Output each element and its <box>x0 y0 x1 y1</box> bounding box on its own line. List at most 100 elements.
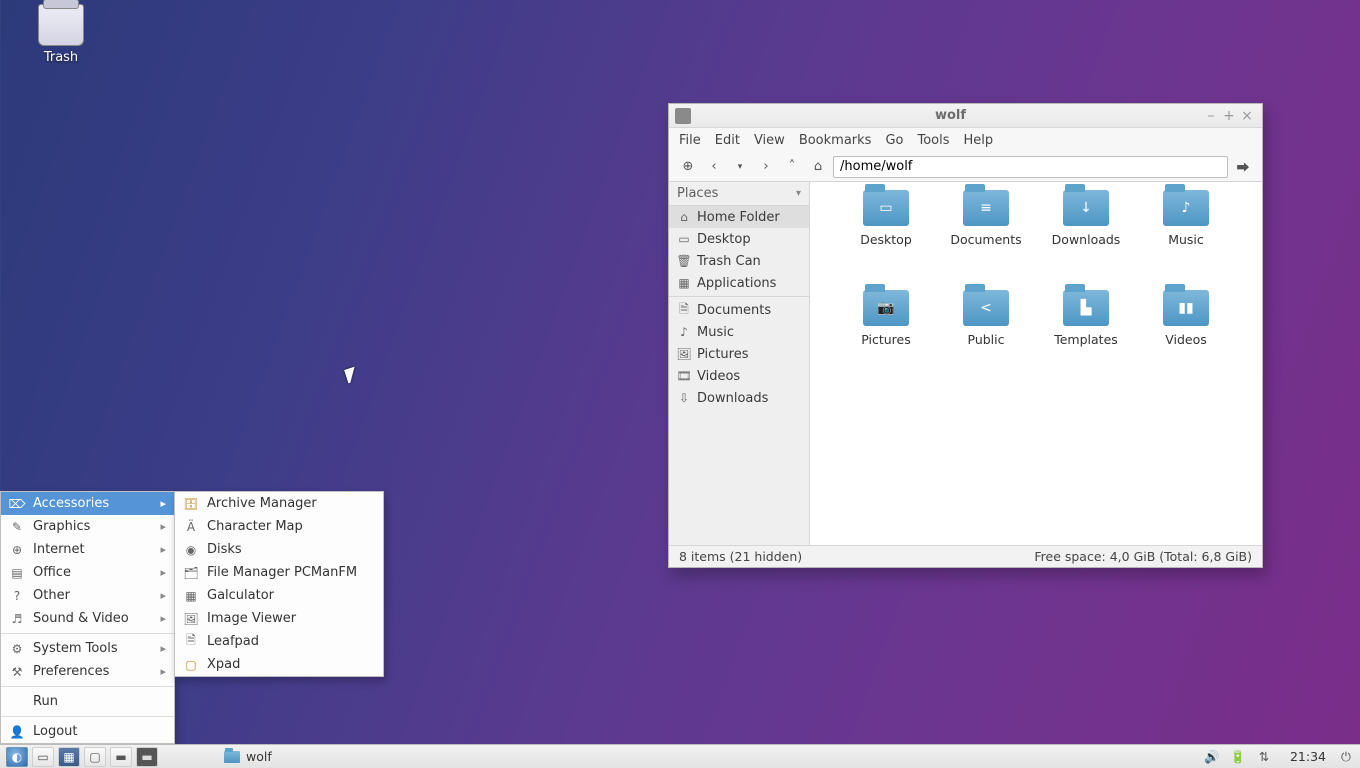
new-tab-button[interactable]: ⊕ <box>677 156 699 178</box>
sidebar-item-label: Trash Can <box>697 254 761 269</box>
menu-view[interactable]: View <box>754 133 785 148</box>
window-list-button[interactable]: ▬ <box>136 747 158 767</box>
submenu-item-archive-manager[interactable]: 🗄 Archive Manager <box>175 492 383 515</box>
toolbar: ⊕ ‹ ▾ › ˄ ⌂ ⮕ <box>669 152 1262 182</box>
other-icon: ? <box>9 588 25 604</box>
workspace-1-button[interactable]: ▦ <box>58 747 80 767</box>
menu-edit[interactable]: Edit <box>715 133 740 148</box>
menu-item-label: Archive Manager <box>207 496 375 511</box>
menu-item-office[interactable]: ▤Office▸ <box>1 561 174 584</box>
folder-documents[interactable]: ≡Documents <box>936 190 1036 290</box>
desktop-icon-trash[interactable]: Trash <box>26 4 96 65</box>
sidebar-item-home[interactable]: ⌂Home Folder <box>669 206 809 228</box>
folder-desktop[interactable]: ▭Desktop <box>836 190 936 290</box>
menu-item-accessories[interactable]: ⌦Accessories▸ <box>1 492 174 515</box>
menu-item-label: Image Viewer <box>207 611 375 626</box>
menu-help[interactable]: Help <box>964 133 994 148</box>
power-icon[interactable]: ⏻ <box>1338 749 1354 765</box>
folder-label: Public <box>968 332 1005 347</box>
sidebar-item-documents[interactable]: 🗎Documents <box>669 299 809 321</box>
menu-item-label: Preferences <box>33 664 152 679</box>
menu-item-label: Character Map <box>207 519 375 534</box>
folder-public[interactable]: <Public <box>936 290 1036 390</box>
accessories-icon: ⌦ <box>9 496 25 512</box>
leafpad-icon: 🗎 <box>183 634 199 650</box>
preferences-icon: ⚒ <box>9 664 25 680</box>
back-button[interactable]: ‹ <box>703 156 725 178</box>
menu-separator <box>1 716 174 717</box>
chevron-right-icon: ▸ <box>160 642 166 655</box>
downloads-icon: ⇩ <box>677 391 691 405</box>
folder-downloads[interactable]: ↓Downloads <box>1036 190 1136 290</box>
menu-go[interactable]: Go <box>885 133 903 148</box>
workspace-2-button[interactable]: ▢ <box>84 747 106 767</box>
menu-item-other[interactable]: ? Other ▸ <box>1 584 174 607</box>
history-dropdown[interactable]: ▾ <box>729 156 751 178</box>
menu-item-sound-video[interactable]: ♬Sound & Video▸ <box>1 607 174 630</box>
menu-item-run[interactable]: Run <box>1 690 174 713</box>
menu-bookmarks[interactable]: Bookmarks <box>799 133 872 148</box>
sidebar-item-videos[interactable]: 🎞Videos <box>669 365 809 387</box>
menu-file[interactable]: File <box>679 133 701 148</box>
menu-item-preferences[interactable]: ⚒ Preferences ▸ <box>1 660 174 683</box>
path-input[interactable] <box>833 156 1228 178</box>
chevron-right-icon: ▸ <box>160 589 166 602</box>
folder-icon: ≡ <box>963 190 1009 226</box>
folder-pictures[interactable]: 📷Pictures <box>836 290 936 390</box>
minimize-button[interactable]: – <box>1202 108 1220 124</box>
menu-item-logout[interactable]: 👤Logout <box>1 720 174 743</box>
home-button[interactable]: ⌂ <box>807 156 829 178</box>
menu-tools[interactable]: Tools <box>917 133 949 148</box>
folder-videos[interactable]: ▮▮Videos <box>1136 290 1236 390</box>
office-icon: ▤ <box>9 565 25 581</box>
submenu-item-image-viewer[interactable]: 🖼Image Viewer <box>175 607 383 630</box>
trash-icon: 🗑 <box>677 254 691 268</box>
window-titlebar[interactable]: wolf – + × <box>669 104 1262 128</box>
show-desktop-button[interactable]: ▭ <box>32 747 54 767</box>
start-button[interactable]: ◐ <box>6 747 28 767</box>
menu-separator <box>1 633 174 634</box>
submenu-item-file-manager[interactable]: 🗂File Manager PCManFM <box>175 561 383 584</box>
folder-icon: ♪ <box>1163 190 1209 226</box>
taskbar-task-wolf[interactable]: wolf <box>216 747 312 767</box>
folder-label: Downloads <box>1052 232 1121 247</box>
sidebar-item-pictures[interactable]: 🖼Pictures <box>669 343 809 365</box>
battery-icon[interactable]: 🔋 <box>1230 749 1246 765</box>
folder-music[interactable]: ♪Music <box>1136 190 1236 290</box>
up-button[interactable]: ˄ <box>781 156 803 178</box>
menu-item-system-tools[interactable]: ⚙System Tools▸ <box>1 637 174 660</box>
folder-templates[interactable]: ▙ Templates <box>1036 290 1136 390</box>
clock[interactable]: 21:34 <box>1290 749 1326 764</box>
sidebar-item-music[interactable]: ♪Music <box>669 321 809 343</box>
menu-item-graphics[interactable]: ✎Graphics▸ <box>1 515 174 538</box>
chevron-right-icon: ▸ <box>160 566 166 579</box>
sidebar-item-downloads[interactable]: ⇩Downloads <box>669 387 809 409</box>
forward-button[interactable]: › <box>755 156 777 178</box>
sidebar-item-trash[interactable]: 🗑 Trash Can <box>669 250 809 272</box>
submenu-item-disks[interactable]: ◉Disks <box>175 538 383 561</box>
menu-item-internet[interactable]: ⊕Internet▸ <box>1 538 174 561</box>
folder-icon: ▙ <box>1063 290 1109 326</box>
archive-icon: 🗄 <box>183 496 199 512</box>
folder-grid: ▭Desktop ≡Documents ↓Downloads ♪Music 📷P… <box>810 182 1262 545</box>
iconify-button[interactable]: ▬ <box>110 747 132 767</box>
sidebar-item-desktop[interactable]: ▭Desktop <box>669 228 809 250</box>
submenu-item-leafpad[interactable]: 🗎Leafpad <box>175 630 383 653</box>
volume-icon[interactable]: 🔊 <box>1204 749 1220 765</box>
sidebar-item-applications[interactable]: ▦Applications <box>669 272 809 294</box>
submenu-item-xpad[interactable]: ▢Xpad <box>175 653 383 676</box>
folder-label: Templates <box>1054 332 1118 347</box>
chevron-right-icon: ▸ <box>160 665 166 678</box>
close-button[interactable]: × <box>1238 108 1256 124</box>
xpad-icon: ▢ <box>183 657 199 673</box>
maximize-button[interactable]: + <box>1220 108 1238 124</box>
character-map-icon: Ä <box>183 519 199 535</box>
sidebar-item-label: Pictures <box>697 347 748 362</box>
network-icon[interactable]: ⇅ <box>1256 749 1272 765</box>
sidebar-item-label: Documents <box>697 303 771 318</box>
submenu-item-character-map[interactable]: Ä Character Map <box>175 515 383 538</box>
sidebar-header[interactable]: Places ▾ <box>669 182 809 206</box>
go-button[interactable]: ⮕ <box>1232 156 1254 178</box>
submenu-item-galculator[interactable]: ▦Galculator <box>175 584 383 607</box>
menu-item-label: Other <box>33 588 152 603</box>
